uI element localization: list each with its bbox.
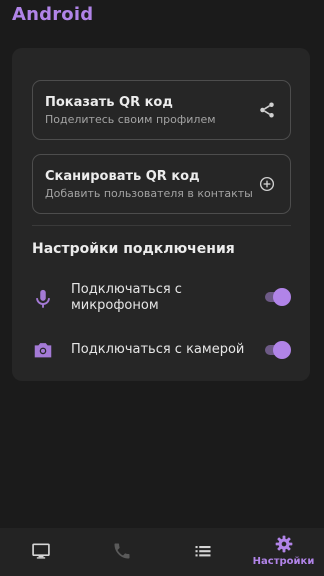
nav-list[interactable]: [162, 528, 243, 576]
scan-qr-button[interactable]: Сканировать QR код Добавить пользователя…: [32, 154, 291, 214]
camera-setting-row[interactable]: Подключаться с камерой: [32, 336, 291, 364]
list-icon: [195, 546, 210, 557]
mic-toggle-thumb: [273, 288, 291, 306]
nav-settings[interactable]: Настройки: [243, 528, 324, 576]
phone-icon: [114, 543, 129, 559]
scan-qr-subtitle: Добавить пользователя в контакты: [45, 187, 253, 200]
mic-toggle[interactable]: [263, 288, 291, 306]
mic-setting-label: Подключаться с микрофоном: [71, 282, 182, 313]
bottom-nav: Настройки: [0, 528, 324, 576]
app-title: Android: [12, 4, 94, 25]
camera-toggle-thumb: [273, 341, 291, 359]
section-divider: [32, 225, 291, 226]
camera-icon: [34, 343, 52, 358]
nav-monitor[interactable]: [0, 528, 81, 576]
camera-toggle[interactable]: [263, 341, 291, 359]
nav-phone[interactable]: [81, 528, 162, 576]
scan-qr-title: Сканировать QR код: [45, 169, 200, 184]
show-qr-title: Показать QR код: [45, 95, 173, 110]
camera-setting-label: Подключаться с камерой: [71, 342, 245, 357]
settings-card: Показать QR код Поделитесь своим профиле…: [12, 48, 310, 381]
add-circle-icon: [259, 176, 275, 192]
microphone-icon: [36, 289, 50, 308]
app-screen: Android Показать QR код Поделитесь своим…: [0, 0, 324, 576]
show-qr-button[interactable]: Показать QR код Поделитесь своим профиле…: [32, 80, 291, 140]
share-icon: [260, 102, 274, 118]
show-qr-subtitle: Поделитесь своим профилем: [45, 113, 216, 126]
connection-settings-title: Настройки подключения: [32, 241, 235, 257]
gear-icon: [275, 535, 292, 553]
mic-setting-row[interactable]: Подключаться с микрофоном: [32, 280, 291, 316]
monitor-icon: [31, 543, 50, 559]
nav-settings-label: Настройки: [252, 556, 315, 567]
